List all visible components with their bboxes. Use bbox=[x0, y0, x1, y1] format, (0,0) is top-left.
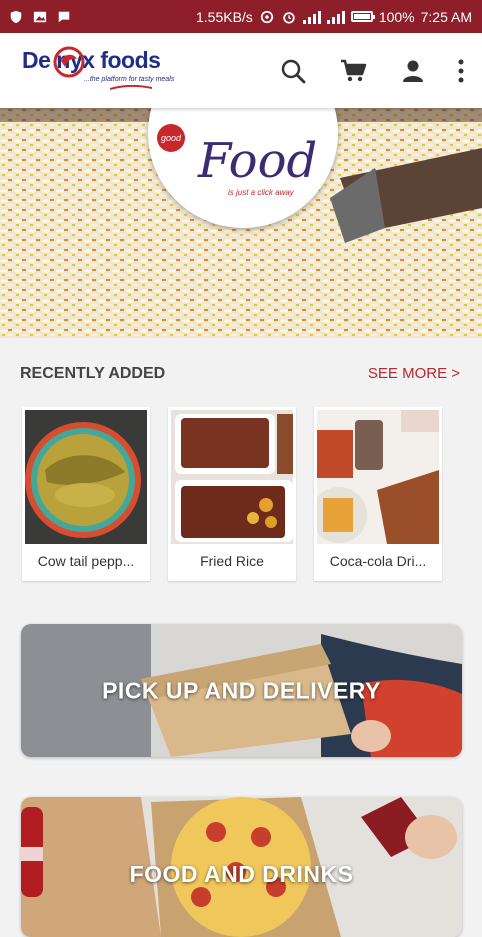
product-image bbox=[25, 410, 147, 544]
hotspot-icon bbox=[260, 10, 273, 23]
signal-icon-2 bbox=[326, 10, 345, 24]
product-name: Cow tail pepp... bbox=[37, 553, 135, 569]
brand-logo[interactable]: De nyx foods ...the platform for tasty m… bbox=[22, 46, 202, 93]
logo-mark-icon bbox=[53, 46, 85, 78]
logo-text: De nyx foods bbox=[22, 47, 161, 73]
recent-items-row: Cow tail pepp... Fried Rice Coca-cola Dr… bbox=[22, 407, 442, 581]
food-drinks-banner[interactable]: FOOD AND DRINKS bbox=[21, 797, 462, 937]
see-more-link[interactable]: SEE MORE > bbox=[368, 365, 460, 382]
image-icon bbox=[33, 11, 47, 22]
product-card[interactable]: Cow tail pepp... bbox=[22, 407, 150, 581]
search-icon[interactable] bbox=[280, 58, 306, 84]
account-icon[interactable] bbox=[402, 59, 424, 83]
badge-good: good bbox=[157, 124, 185, 152]
product-image bbox=[171, 410, 293, 544]
product-card[interactable]: Coca-cola Dri... bbox=[314, 407, 442, 581]
pickup-delivery-banner[interactable]: PICK UP AND DELIVERY bbox=[21, 624, 462, 757]
alarm-icon bbox=[283, 11, 295, 24]
shield-icon bbox=[10, 10, 22, 23]
logo-swoosh-icon bbox=[110, 85, 152, 90]
logo-tagline: ...the platform for tasty meals bbox=[84, 76, 175, 83]
battery-icon bbox=[350, 11, 375, 22]
badge-subtitle: is just a click away bbox=[228, 188, 294, 197]
app-bar: De nyx foods ...the platform for tasty m… bbox=[0, 33, 482, 108]
status-bar: 1.55KB/s 100% 7:25 AM bbox=[0, 0, 482, 33]
message-icon bbox=[58, 11, 70, 22]
product-image bbox=[317, 410, 439, 544]
battery-percent: 100% bbox=[378, 8, 415, 25]
signal-icon bbox=[302, 10, 321, 24]
banner-label: PICK UP AND DELIVERY bbox=[102, 677, 381, 703]
product-card[interactable]: Fried Rice bbox=[168, 407, 296, 581]
badge-title: Food bbox=[198, 133, 318, 189]
more-icon[interactable] bbox=[458, 59, 464, 83]
banner-label: FOOD AND DRINKS bbox=[129, 861, 354, 887]
cart-icon[interactable] bbox=[340, 58, 368, 84]
product-name: Fried Rice bbox=[200, 553, 264, 569]
product-name: Coca-cola Dri... bbox=[329, 553, 427, 569]
clock: 7:25 AM bbox=[420, 8, 472, 25]
section-title: RECENTLY ADDED bbox=[20, 365, 166, 382]
battery-fill bbox=[353, 14, 370, 19]
network-speed: 1.55KB/s bbox=[195, 8, 253, 25]
